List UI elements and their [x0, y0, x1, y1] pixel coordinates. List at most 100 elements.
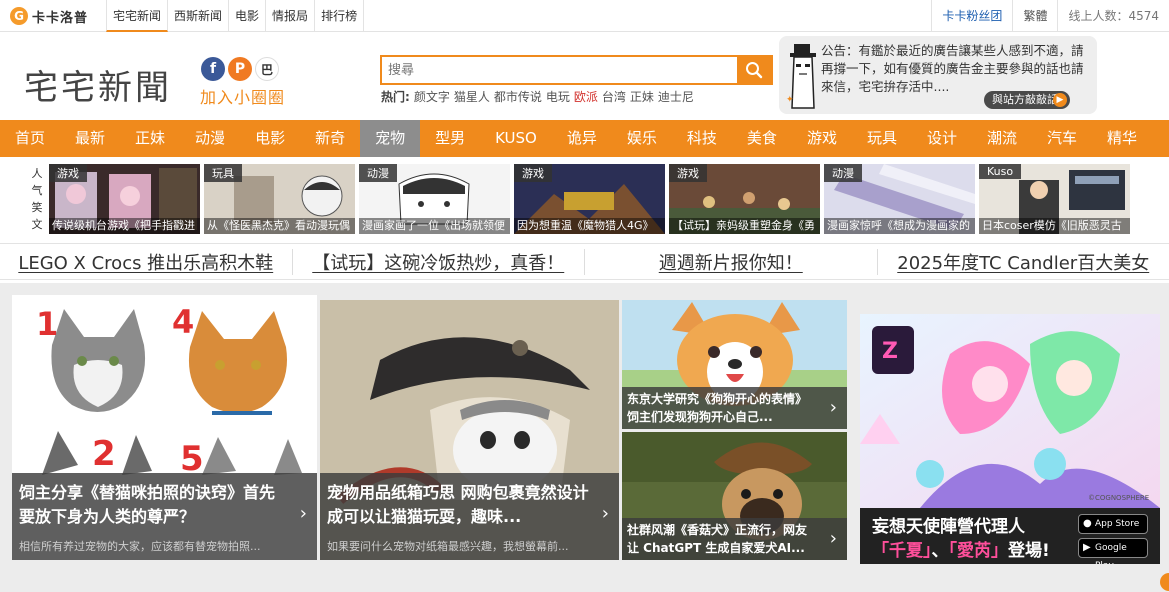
popular-item[interactable]: 动漫 漫画家惊呼《想成为漫画家的	[824, 164, 975, 234]
popular-label-char: 气	[31, 184, 43, 197]
nav-cars[interactable]: 汽车	[1032, 120, 1092, 157]
app-store-label: App Store	[1095, 519, 1140, 529]
headline-link[interactable]: LEGO X Crocs 推出乐高积木鞋	[0, 248, 293, 275]
nav-entertainment[interactable]: 娱乐	[612, 120, 672, 157]
search-box	[380, 55, 773, 85]
popular-item[interactable]: Kuso 日本coser模仿《旧版恶灵古	[979, 164, 1130, 234]
thumbnail-caption: 日本coser模仿《旧版恶灵古	[979, 218, 1130, 234]
card-title: 社群风潮《香菇犬》正流行，网友让 ChatGPT 生成自家爱犬AI...	[627, 523, 808, 555]
announcement-text: 公告：有鑑於最近的廣告讓某些人感到不適，請再撐一下，如有優質的廣告金主要參與的話…	[821, 43, 1084, 94]
nav-pets[interactable]: 宠物	[360, 120, 421, 157]
hot-tag[interactable]: 正妹	[630, 88, 654, 105]
chevron-right-icon: ›	[829, 397, 837, 418]
svg-text:1: 1	[36, 305, 58, 343]
nav-beauty[interactable]: 正妹	[120, 120, 180, 157]
nav-weird[interactable]: 诡异	[552, 120, 612, 157]
thumbnail-caption: 【试玩】亲妈级重塑金身《勇	[669, 218, 820, 234]
hot-tag[interactable]: 迪士尼	[658, 88, 694, 105]
announcement-box: ✦ 公告：有鑑於最近的廣告讓某些人感到不適，請再撐一下，如有優質的廣告金主要參與…	[779, 36, 1097, 114]
popular-item[interactable]: 游戏 【试玩】亲妈级重塑金身《勇	[669, 164, 820, 234]
hot-tag[interactable]: 猫星人	[454, 88, 490, 105]
nav-home[interactable]: 首页	[0, 120, 60, 157]
search-icon	[746, 62, 763, 79]
app-store-badge[interactable]: ● App Store	[1078, 514, 1148, 534]
nav-anime[interactable]: 动漫	[180, 120, 240, 157]
popular-item[interactable]: 游戏 传说级机台游戏《把手指戳进	[49, 164, 200, 234]
ad-character-1: 「千夏」	[872, 541, 932, 561]
top-nav-info[interactable]: 情报局	[266, 0, 316, 32]
card-caption: 社群风潮《香菇犬》正流行，网友让 ChatGPT 生成自家爱犬AI... ›	[622, 518, 847, 560]
contact-site-button[interactable]: 與站方敲敲話 ▶	[984, 91, 1070, 109]
google-play-label: Google Play	[1095, 543, 1127, 564]
card-caption: 宠物用品纸箱巧思 网购包裹竟然设计成可以让猫猫玩耍，趣味... 如果要问什么宠物…	[320, 473, 619, 560]
popular-item[interactable]: 动漫 漫画家画了一位《出场就领便	[359, 164, 510, 234]
site-logo[interactable]: 宅宅新聞	[24, 60, 172, 109]
headline-link[interactable]: 週週新片报你知！	[585, 248, 878, 275]
featured-card-box[interactable]: 宠物用品纸箱巧思 网购包裹竟然设计成可以让猫猫玩耍，趣味... 如果要问什么宠物…	[320, 300, 619, 560]
svg-text:2: 2	[92, 434, 116, 474]
popular-label: 人 气 笑 文	[30, 165, 44, 233]
hot-tag[interactable]: 电玩	[546, 88, 570, 105]
social-links: f P 巴	[201, 57, 279, 81]
nav-highlights[interactable]: 精华	[1092, 120, 1152, 157]
popular-label-char: 笑	[31, 201, 43, 214]
nav-trend[interactable]: 潮流	[972, 120, 1032, 157]
nav-tech[interactable]: 科技	[672, 120, 732, 157]
category-tag: 动漫	[359, 164, 397, 182]
hot-tag[interactable]: 都市传说	[494, 88, 542, 105]
hot-tags: 热门: 颜文字 猫星人 都市传说 电玩 欧派 台湾 正妹 迪士尼	[381, 88, 694, 105]
thumbnail-caption: 传说级机台游戏《把手指戳进	[49, 218, 200, 234]
nav-food[interactable]: 美食	[732, 120, 792, 157]
language-toggle[interactable]: 繁體	[1012, 0, 1057, 32]
headline-link[interactable]: 【试玩】这碗冷饭热炒，真香！	[293, 248, 585, 275]
nav-design[interactable]: 设计	[912, 120, 972, 157]
ad-character-2: 「愛芮」	[948, 541, 1009, 561]
brand-logo-icon: G	[10, 7, 28, 25]
main-nav: 首页 最新 正妹 动漫 电影 新奇 宠物 型男 KUSO 诡异 娱乐 科技 美食…	[0, 120, 1169, 157]
category-tag: Kuso	[979, 164, 1022, 179]
search-input[interactable]	[382, 57, 737, 83]
site-brand[interactable]: G 卡卡洛普	[10, 6, 88, 26]
advertisement-banner[interactable]: Z ©COGNOSPHERE 妄想天使陣營代理人 「千夏」、「愛芮」登場! ● …	[860, 314, 1160, 564]
nav-games[interactable]: 游戏	[792, 120, 852, 157]
plurk-icon[interactable]: P	[228, 57, 252, 81]
card-caption: 东京大学研究《狗狗开心的表情》饲主们发现狗狗开心自己... ›	[622, 387, 847, 429]
headline-link[interactable]: 2025年度TC Candler百大美女	[878, 249, 1169, 275]
hot-label: 热门:	[381, 90, 410, 104]
nav-movie[interactable]: 电影	[240, 120, 300, 157]
bahamut-icon[interactable]: 巴	[255, 57, 279, 81]
top-nav-xisi[interactable]: 西斯新闻	[168, 0, 230, 32]
chevron-right-icon: ›	[829, 528, 837, 549]
nav-men[interactable]: 型男	[420, 120, 480, 157]
nav-kuso[interactable]: KUSO	[480, 120, 552, 157]
ad-headline: 妄想天使陣營代理人	[872, 517, 1025, 537]
chevron-right-icon: ›	[601, 503, 609, 524]
nav-toys[interactable]: 玩具	[852, 120, 912, 157]
popular-item[interactable]: 游戏 因为想重温《魔物猎人4G》	[514, 164, 665, 234]
search-button[interactable]	[737, 57, 771, 83]
nav-latest[interactable]: 最新	[60, 120, 120, 157]
mascot-icon: ✦	[786, 44, 816, 109]
facebook-icon[interactable]: f	[201, 57, 225, 81]
thumbnail-caption: 漫画家画了一位《出场就领便	[359, 218, 510, 234]
google-play-badge[interactable]: ▶ Google Play	[1078, 538, 1148, 564]
hot-tag[interactable]: 欧派	[574, 88, 598, 105]
join-group-link[interactable]: 加入小圈圈	[200, 84, 285, 108]
popular-item[interactable]: 玩具 从《怪医黑杰克》看动漫玩偶	[204, 164, 355, 234]
top-right-links: 卡卡粉丝团 繁體 线上人数：4574	[931, 0, 1169, 32]
ad-text-panel: 妄想天使陣營代理人 「千夏」、「愛芮」登場! ● App Store ▶ Goo…	[860, 508, 1160, 564]
nav-novelty[interactable]: 新奇	[300, 120, 360, 157]
featured-card-cats[interactable]: 1 4 2 5 饲主分享《替猫咪拍照的诀窍》首先要放下身为人类的尊严？ 相信所有…	[12, 295, 317, 560]
category-tag: 动漫	[824, 164, 862, 182]
hot-tag[interactable]: 颜文字	[414, 88, 450, 105]
featured-card-dog-study[interactable]: 东京大学研究《狗狗开心的表情》饲主们发现狗狗开心自己... ›	[622, 300, 847, 429]
top-nav-ranking[interactable]: 排行榜	[315, 0, 365, 32]
fans-group-link[interactable]: 卡卡粉丝团	[931, 0, 1012, 32]
featured-card-mushroom-dog[interactable]: 社群风潮《香菇犬》正流行，网友让 ChatGPT 生成自家爱犬AI... ›	[622, 432, 847, 560]
category-tag: 游戏	[669, 164, 707, 182]
top-nav-movie[interactable]: 电影	[229, 0, 267, 32]
ad-subline: 「千夏」、「愛芮」登場!	[872, 536, 1050, 561]
top-nav-zhaizhai[interactable]: 宅宅新闻	[106, 0, 169, 32]
ad-separator: 、	[931, 541, 949, 561]
hot-tag[interactable]: 台湾	[602, 88, 626, 105]
